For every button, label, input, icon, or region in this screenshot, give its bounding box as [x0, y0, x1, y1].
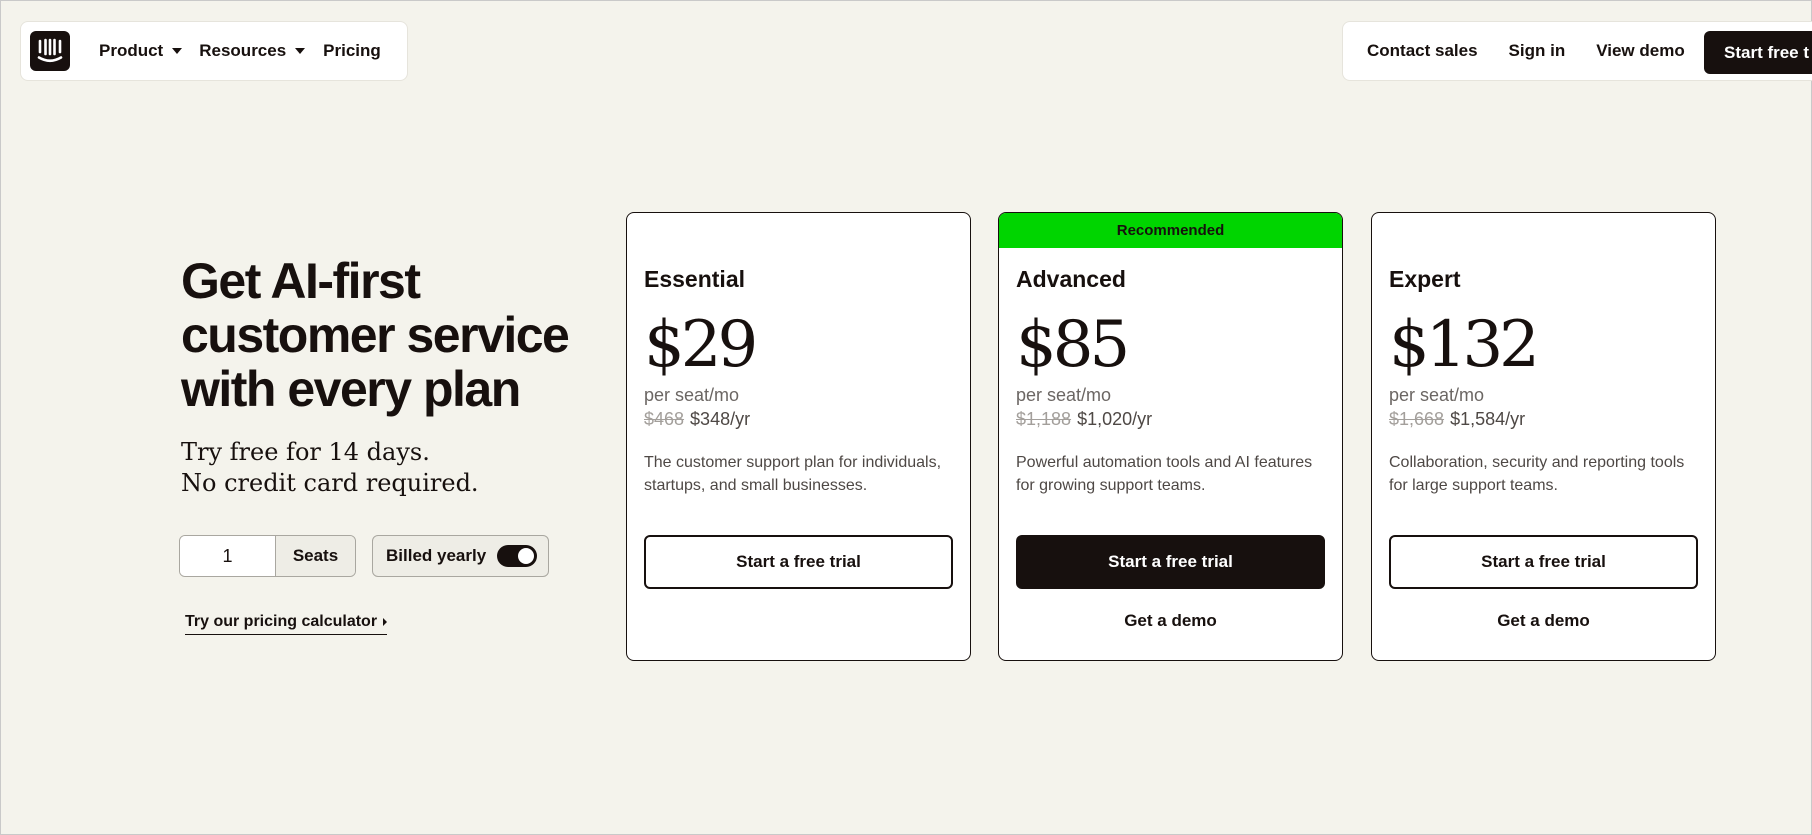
pricing-calculator-label: Try our pricing calculator — [185, 613, 378, 630]
plan-yearly-price: $1,668 $1,584/yr — [1389, 409, 1525, 430]
plan-name: Advanced — [1016, 266, 1126, 292]
seats-control: Seats — [179, 535, 356, 577]
billing-label: Billed yearly — [386, 546, 487, 565]
plan-old-yearly-price: $1,668 — [1389, 409, 1445, 429]
view-demo-link[interactable]: View demo — [1596, 41, 1685, 61]
plan-description: Collaboration, security and reporting to… — [1389, 454, 1685, 494]
page-title: Get AI-first customer service with every… — [181, 253, 570, 417]
plan-price-unit: per seat/mo — [1016, 385, 1112, 405]
plan-old-yearly-price: $468 — [644, 409, 685, 429]
get-demo-link[interactable]: Get a demo — [1389, 611, 1698, 631]
nav-resources[interactable]: Resources — [199, 41, 306, 61]
chevron-down-icon — [172, 48, 183, 54]
plan-yearly-price: $468 $348/yr — [644, 409, 750, 430]
plan-name: Essential — [644, 266, 745, 292]
plan-description: The customer support plan for individual… — [644, 454, 942, 494]
plan-yearly-price: $1,188 $1,020/yr — [1016, 409, 1152, 430]
contact-sales-link[interactable]: Contact sales — [1367, 41, 1478, 61]
plan-card-essential: Essential $29 per seat/mo $468 $348/yr Th… — [626, 212, 971, 661]
start-trial-button[interactable]: Start a free trial — [1016, 535, 1325, 589]
recommended-badge: Recommended — [999, 213, 1342, 248]
nav-product[interactable]: Product — [99, 41, 183, 61]
chevron-right-icon — [383, 618, 388, 626]
sign-in-link[interactable]: Sign in — [1509, 41, 1566, 61]
plan-price-unit: per seat/mo — [1389, 385, 1485, 405]
nav-pricing[interactable]: Pricing — [323, 41, 381, 61]
plan-new-yearly-price: $1,584/yr — [1450, 409, 1526, 429]
main-nav: Product Resources Pricing — [20, 21, 408, 81]
chevron-down-icon — [295, 48, 306, 54]
plan-new-yearly-price: $1,020/yr — [1077, 409, 1153, 429]
nav-resources-label: Resources — [199, 41, 287, 60]
pricing-calculator-link[interactable]: Try our pricing calculator — [185, 613, 388, 635]
toggle-switch[interactable] — [497, 545, 538, 567]
start-free-trial-button[interactable]: Start free t — [1704, 31, 1812, 74]
nav-product-label: Product — [99, 41, 164, 60]
plan-new-yearly-price: $348/yr — [690, 409, 751, 429]
billing-toggle[interactable]: Billed yearly — [372, 535, 549, 577]
toggle-knob — [518, 548, 535, 564]
hero-subtitle: Try free for 14 days. No credit card req… — [181, 438, 479, 497]
start-trial-button[interactable]: Start a free trial — [1389, 535, 1698, 589]
plan-description: Powerful automation tools and AI feature… — [1016, 454, 1313, 494]
plan-price-unit: per seat/mo — [644, 385, 740, 405]
plan-card-advanced: Recommended Advanced $85 per seat/mo $1,… — [998, 212, 1343, 661]
plan-old-yearly-price: $1,188 — [1016, 409, 1072, 429]
plan-price: $132 — [1389, 308, 1540, 382]
plan-name: Expert — [1389, 266, 1461, 292]
plan-price: $29 — [644, 308, 758, 382]
seats-input[interactable] — [180, 536, 275, 576]
start-trial-button[interactable]: Start a free trial — [644, 535, 953, 589]
intercom-logo-icon[interactable] — [30, 31, 70, 71]
get-demo-link[interactable]: Get a demo — [1016, 611, 1325, 631]
seats-label: Seats — [275, 536, 355, 576]
plan-card-expert: Expert $132 per seat/mo $1,668 $1,584/yr … — [1371, 212, 1716, 661]
plan-price: $85 — [1016, 308, 1130, 382]
